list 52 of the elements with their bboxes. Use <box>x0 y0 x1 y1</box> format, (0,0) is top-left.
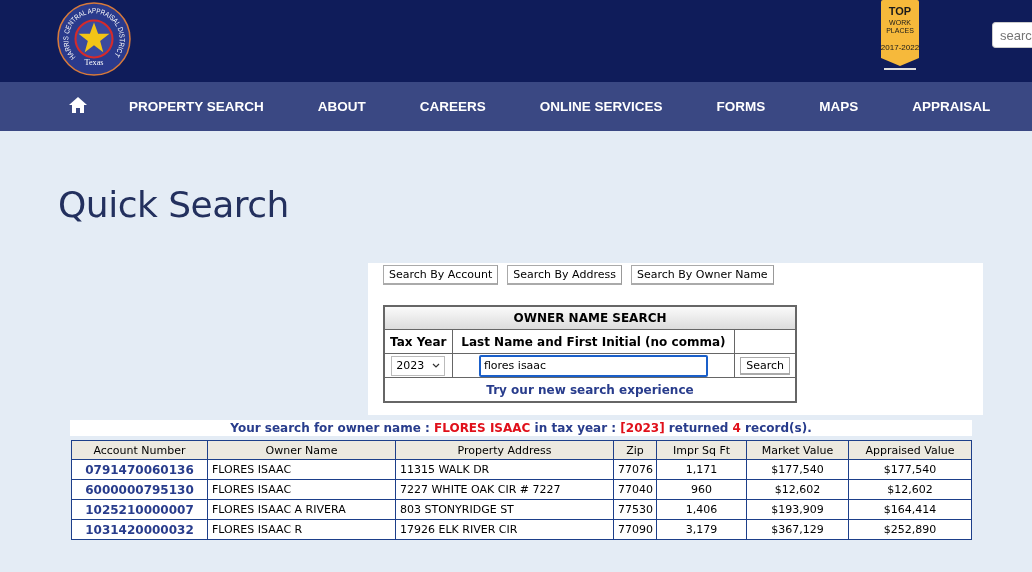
nav-link[interactable]: ABOUT <box>317 99 366 114</box>
column-header: Property Address <box>395 440 614 460</box>
column-header: Zip <box>613 440 657 460</box>
caret-icon <box>432 363 441 368</box>
table-cell: $177,540 <box>883 463 937 476</box>
nav-link[interactable]: APPRAISAL <box>912 99 991 114</box>
tax-year-select[interactable]: 2023 <box>391 355 446 376</box>
table-cell: 960 <box>691 483 712 496</box>
column-header: Tax Year <box>384 329 453 354</box>
search-button[interactable]: Search <box>740 356 790 375</box>
table-cell: 803 STONYRIDGE ST <box>400 503 514 516</box>
table-title: OWNER NAME SEARCH <box>384 306 796 330</box>
table-cell: 1,171 <box>685 463 718 476</box>
nav-link[interactable]: MAPS <box>819 99 859 114</box>
column-header: Market Value <box>746 440 849 460</box>
table-cell: 77090 <box>618 523 653 536</box>
column-header: Appraised Value <box>848 440 972 460</box>
site-search-field[interactable]: searc <box>992 22 1032 48</box>
table-cell: 77530 <box>618 503 653 516</box>
table-cell: 1,406 <box>685 503 718 516</box>
column-header: Impr Sq Ft <box>656 440 747 460</box>
table-cell: 7227 WHITE OAK CIR # 7227 <box>400 483 561 496</box>
table-cell: FLORES ISAAC <box>212 483 292 496</box>
search-type-button[interactable]: Search By Owner Name <box>630 265 774 285</box>
table-cell: $193,909 <box>771 503 824 516</box>
table-cell: $177,540 <box>771 463 824 476</box>
table-cell: $12,602 <box>774 483 821 496</box>
nav-link[interactable]: PROPERTY SEARCH <box>129 99 264 114</box>
home-icon[interactable] <box>68 95 88 114</box>
search-type-button[interactable]: Search By Account <box>383 265 499 285</box>
column-header: Account Number <box>71 440 208 460</box>
table-cell: $164,414 <box>883 503 937 516</box>
name-input-field[interactable]: flores isaac <box>478 354 708 377</box>
table-cell: 77040 <box>618 483 653 496</box>
search-type-button[interactable]: Search By Address <box>507 265 622 285</box>
result-message: Your search for owner name : FLORES ISAAC in tax year : [2023] returned 4 record(s). <box>70 420 972 436</box>
nav-link[interactable]: ONLINE SERVICES <box>539 99 663 114</box>
column-header: Last Name and First Initial (no comma) <box>452 329 735 354</box>
nav-link[interactable]: FORMS <box>716 99 766 114</box>
table-cell: $252,890 <box>883 523 937 536</box>
table-cell: $12,602 <box>887 483 933 496</box>
table-cell: 3,179 <box>685 523 718 536</box>
table-cell: 17926 ELK RIVER CIR <box>400 523 518 536</box>
table-cell: 77076 <box>618 463 653 476</box>
table-cell: FLORES ISAAC A RIVERA <box>212 503 346 516</box>
column-header: Owner Name <box>207 440 396 460</box>
table-cell: 11315 WALK DR <box>400 463 490 476</box>
table-cell: FLORES ISAAC <box>212 463 292 476</box>
page-title: Quick Search <box>57 183 290 223</box>
table-cell: FLORES ISAAC R <box>212 523 303 536</box>
table-cell: $367,129 <box>771 523 824 536</box>
nav-link[interactable]: CAREERS <box>419 99 486 114</box>
